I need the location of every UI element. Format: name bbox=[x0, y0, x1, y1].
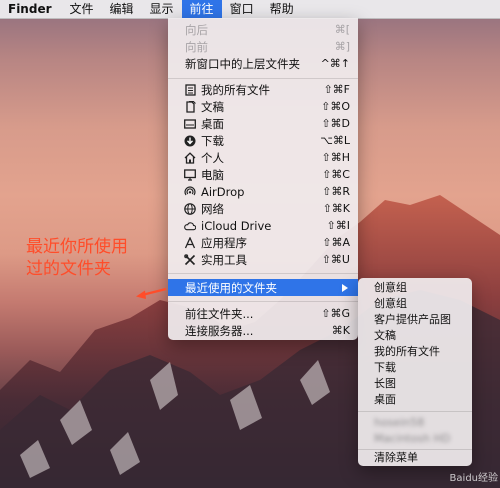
menu-item-network[interactable]: 网络 ⇧⌘K bbox=[168, 200, 358, 217]
menu-item-utilities[interactable]: 实用工具 ⇧⌘U bbox=[168, 251, 358, 268]
home-icon bbox=[184, 151, 196, 164]
shortcut-label: ⌥⌘L bbox=[320, 134, 350, 147]
menu-item-label: iCloud Drive bbox=[201, 218, 272, 233]
menu-item-computer[interactable]: 电脑 ⇧⌘C bbox=[168, 166, 358, 183]
recent-server-item[interactable]: Macintosh HD bbox=[374, 431, 450, 447]
recent-folder-item[interactable]: 客户提供产品图 bbox=[374, 312, 451, 328]
menu-separator bbox=[168, 273, 358, 274]
shortcut-label: ⌘] bbox=[334, 40, 350, 53]
menu-item-forward[interactable]: 向前 ⌘] bbox=[168, 38, 358, 55]
shortcut-label: ⇧⌘U bbox=[321, 253, 350, 266]
menu-item-label: 文稿 bbox=[201, 99, 224, 114]
menu-item-applications[interactable]: 应用程序 ⇧⌘A bbox=[168, 234, 358, 251]
menu-item-label: 电脑 bbox=[201, 167, 224, 182]
menu-item-label: 下载 bbox=[201, 133, 224, 148]
menu-item-label: 前往文件夹... bbox=[185, 306, 254, 321]
recent-folder-item[interactable]: 创意组 bbox=[374, 296, 407, 312]
annotation-line: 过的文件夹 bbox=[26, 259, 111, 279]
menu-item-documents[interactable]: 文稿 ⇧⌘O bbox=[168, 98, 358, 115]
shortcut-label: ^⌘↑ bbox=[320, 57, 350, 70]
all-files-icon bbox=[184, 83, 196, 96]
menu-item-label: 网络 bbox=[201, 201, 224, 216]
menu-go[interactable]: 前往 bbox=[181, 0, 222, 18]
menu-window[interactable]: 窗口 bbox=[222, 0, 262, 18]
menu-item-label: 连接服务器... bbox=[185, 323, 254, 338]
menu-item-icloud-drive[interactable]: iCloud Drive ⇧⌘I bbox=[168, 217, 358, 234]
clear-menu-item[interactable]: 清除菜单 bbox=[374, 450, 418, 466]
menu-item-label: 最近使用的文件夹 bbox=[185, 280, 277, 295]
menu-separator bbox=[358, 411, 472, 412]
utilities-icon bbox=[184, 253, 196, 266]
submenu-arrow-icon bbox=[342, 284, 348, 292]
menu-separator bbox=[168, 78, 358, 79]
menu-item-label: 我的所有文件 bbox=[201, 82, 270, 97]
menu-item-label: 实用工具 bbox=[201, 252, 247, 267]
shortcut-label: ⇧⌘C bbox=[322, 168, 350, 181]
menu-help[interactable]: 帮助 bbox=[262, 0, 302, 18]
menu-item-label: 个人 bbox=[201, 150, 224, 165]
recent-folder-item[interactable]: 我的所有文件 bbox=[374, 344, 440, 360]
annotation-arrow-icon bbox=[136, 287, 167, 299]
annotation-line: 最近你所使用 bbox=[26, 237, 128, 257]
menu-edit[interactable]: 编辑 bbox=[102, 0, 142, 18]
shortcut-label: ⇧⌘O bbox=[321, 100, 350, 113]
menu-item-label: 桌面 bbox=[201, 116, 224, 131]
computer-icon bbox=[184, 168, 196, 181]
menu-file[interactable]: 文件 bbox=[62, 0, 102, 18]
shortcut-label: ⇧⌘D bbox=[321, 117, 350, 130]
recent-folders-submenu: 创意组 创意组 客户提供产品图 文稿 我的所有文件 下载 长图 桌面 hosei… bbox=[358, 278, 472, 466]
menu-item-label: 应用程序 bbox=[201, 235, 247, 250]
recent-folder-item[interactable]: 长图 bbox=[374, 376, 396, 392]
shortcut-label: ⇧⌘G bbox=[321, 307, 350, 320]
menu-item-label: 向后 bbox=[185, 22, 208, 37]
documents-icon bbox=[184, 100, 196, 113]
menu-item-desktop[interactable]: 桌面 ⇧⌘D bbox=[168, 115, 358, 132]
menu-item-home[interactable]: 个人 ⇧⌘H bbox=[168, 149, 358, 166]
shortcut-label: ⇧⌘R bbox=[322, 185, 350, 198]
menu-item-label: 新窗口中的上层文件夹 bbox=[185, 56, 300, 71]
menu-view[interactable]: 显示 bbox=[142, 0, 182, 18]
menu-item-airdrop[interactable]: AirDrop ⇧⌘R bbox=[168, 183, 358, 200]
menu-item-downloads[interactable]: 下载 ⌥⌘L bbox=[168, 132, 358, 149]
menu-item-label: AirDrop bbox=[201, 184, 245, 199]
menu-item-recent-folders[interactable]: 最近使用的文件夹 bbox=[168, 279, 358, 296]
cloud-icon bbox=[184, 220, 196, 232]
network-icon bbox=[184, 202, 196, 215]
menu-item-label: 向前 bbox=[185, 39, 208, 54]
recent-server-item[interactable]: hosein58 bbox=[374, 415, 424, 431]
shortcut-label: ⇧⌘K bbox=[322, 202, 350, 215]
menu-item-enclosing-folder[interactable]: 新窗口中的上层文件夹 ^⌘↑ bbox=[168, 55, 358, 72]
shortcut-label: ⇧⌘F bbox=[323, 83, 350, 96]
menu-finder[interactable]: Finder bbox=[0, 0, 62, 18]
shortcut-label: ⌘[ bbox=[334, 23, 350, 36]
shortcut-label: ⇧⌘I bbox=[326, 219, 350, 232]
applications-icon bbox=[184, 236, 196, 249]
shortcut-label: ⇧⌘H bbox=[321, 151, 351, 164]
menu-item-goto-folder[interactable]: 前往文件夹... ⇧⌘G bbox=[168, 305, 358, 322]
shortcut-label: ⇧⌘A bbox=[322, 236, 350, 249]
recent-folder-item[interactable]: 下载 bbox=[374, 360, 396, 376]
recent-folder-item[interactable]: 创意组 bbox=[374, 280, 407, 296]
menu-item-back[interactable]: 向后 ⌘[ bbox=[168, 21, 358, 38]
menu-item-all-files[interactable]: 我的所有文件 ⇧⌘F bbox=[168, 81, 358, 98]
annotation-text: 最近你所使用 过的文件夹 bbox=[26, 236, 128, 280]
menu-separator bbox=[168, 301, 358, 302]
recent-folder-item[interactable]: 桌面 bbox=[374, 392, 396, 408]
desktop-icon bbox=[184, 118, 196, 130]
shortcut-label: ⌘K bbox=[331, 324, 350, 337]
menu-bar: Finder 文件 编辑 显示 前往 窗口 帮助 bbox=[0, 0, 500, 19]
menu-item-connect-server[interactable]: 连接服务器... ⌘K bbox=[168, 322, 358, 339]
watermark: Baidu经验 bbox=[449, 473, 498, 484]
downloads-icon bbox=[184, 135, 196, 147]
go-menu-dropdown: 向后 ⌘[ 向前 ⌘] 新窗口中的上层文件夹 ^⌘↑ 我的所有文件 ⇧⌘F 文稿… bbox=[168, 18, 358, 340]
recent-folder-item[interactable]: 文稿 bbox=[374, 328, 396, 344]
airdrop-icon bbox=[184, 185, 196, 198]
